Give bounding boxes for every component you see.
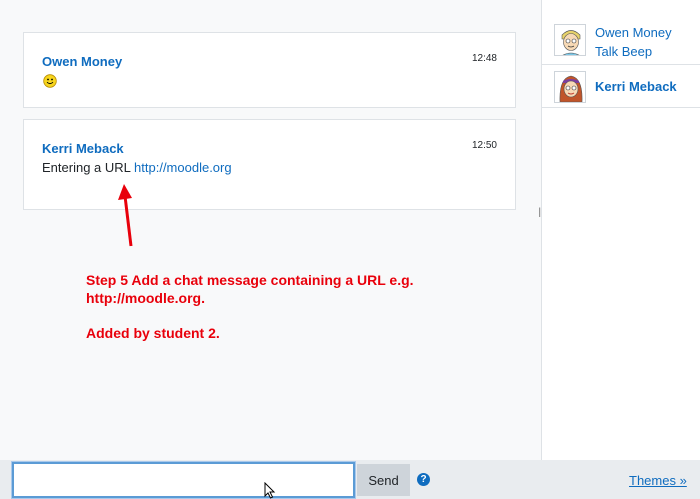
message-text-prefix: Entering a URL bbox=[42, 160, 131, 175]
avatar[interactable] bbox=[554, 71, 586, 103]
chat-input-bar: Send ? Themes » bbox=[0, 460, 700, 499]
message-link[interactable]: http://moodle.org bbox=[134, 160, 232, 175]
annotation-line: http://moodle.org. bbox=[86, 290, 205, 306]
annotation-text: Step 5 Add a chat message containing a U… bbox=[86, 271, 414, 342]
themes-link[interactable]: Themes » bbox=[629, 473, 687, 488]
talk-link[interactable]: Talk bbox=[595, 44, 618, 59]
chat-message: Owen Money 12:48 bbox=[23, 32, 516, 108]
message-author[interactable]: Kerri Meback bbox=[42, 141, 124, 156]
message-author[interactable]: Owen Money bbox=[42, 54, 122, 69]
send-button[interactable]: Send bbox=[357, 464, 410, 496]
chat-message: Kerri Meback 12:50 Entering a URL http:/… bbox=[23, 119, 516, 210]
message-time: 12:50 bbox=[471, 140, 497, 151]
message-time: 12:48 bbox=[471, 53, 497, 64]
message-text: Entering a URL http://moodle.org bbox=[42, 160, 232, 175]
user-name[interactable]: Kerri Meback bbox=[595, 79, 677, 94]
messages-panel: Owen Money 12:48 Kerri Meback 12:50 Ente… bbox=[0, 0, 538, 460]
mouse-cursor-icon bbox=[264, 482, 276, 499]
beep-link[interactable]: Beep bbox=[622, 44, 652, 59]
user-list-item: Kerri Meback bbox=[542, 65, 700, 108]
smiley-face-icon bbox=[43, 74, 57, 88]
user-list-item: Owen Money Talk Beep bbox=[542, 15, 700, 65]
users-panel: Owen Money Talk Beep Kerri Meback bbox=[541, 0, 700, 460]
annotation-arrow bbox=[118, 184, 133, 247]
chat-message-input[interactable] bbox=[12, 462, 355, 498]
user-name[interactable]: Owen Money bbox=[595, 25, 672, 40]
user-actions: Talk Beep bbox=[595, 44, 652, 59]
avatar[interactable] bbox=[554, 24, 586, 56]
annotation-line: Step 5 Add a chat message containing a U… bbox=[86, 272, 414, 288]
annotation-line: Added by student 2. bbox=[86, 325, 220, 341]
help-icon[interactable]: ? bbox=[417, 473, 430, 486]
